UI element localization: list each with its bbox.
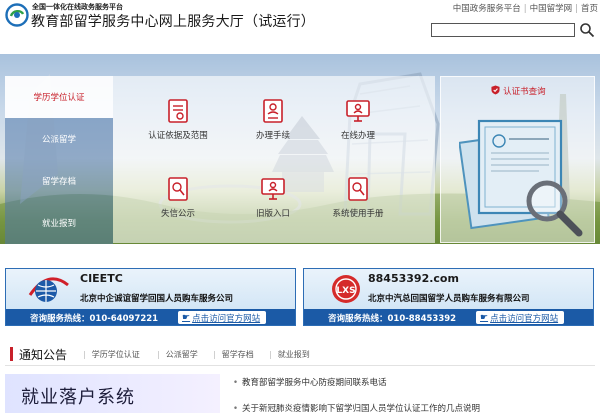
certificate-magnifier-illustration	[459, 119, 583, 237]
search-input[interactable]	[431, 23, 575, 37]
ad-hotline: 咨询服务热线：010-64097221	[30, 314, 159, 324]
ad-zhongqi[interactable]: LXS 88453392.com 北京中汽总回国留学人员购车服务有限公司 咨询服…	[303, 268, 594, 326]
cert-lookup-label: 认证书查询	[503, 87, 546, 97]
zhongqi-logo-icon: LXS	[332, 275, 360, 303]
notice-tab-degree-cert[interactable]: | 学历学位认证	[83, 349, 140, 360]
employment-settlement-banner[interactable]: 就业落户系统	[5, 374, 220, 413]
site-header: 全国一体化在线政务服务平台 教育部留学服务中心网上服务大厅（试运行） 中国政务服…	[0, 0, 600, 54]
ad-visit-button[interactable]: ☛ 点击访问官方网站	[178, 311, 267, 324]
side-nav-label: 留学存档	[41, 177, 76, 187]
service-label: 失信公示	[160, 209, 195, 219]
ad-brand: CIEETC	[80, 272, 123, 285]
notice-tab-label: 公派留学	[165, 350, 198, 359]
service-label: 办理手续	[255, 131, 290, 141]
notice-tab-label: 学历学位认证	[91, 350, 140, 359]
news-item[interactable]: • 关于新冠肺炎疫情影响下留学归国人员学位认证工作的几点说明	[233, 402, 480, 414]
monitor-user-icon	[261, 178, 285, 200]
certificate-doc-icon	[168, 99, 188, 123]
site-title[interactable]: 教育部留学服务中心网上服务大厅（试运行）	[31, 11, 315, 31]
notice-title[interactable]: 通知公告	[19, 346, 67, 363]
side-nav-label: 公派留学	[41, 135, 76, 145]
notice-tab-gov-study[interactable]: | 公派留学	[157, 349, 198, 360]
search-doc-icon	[348, 177, 368, 201]
monitor-user-icon	[346, 100, 370, 122]
service-label: 认证依据及范围	[148, 131, 208, 141]
search-doc-icon	[168, 177, 188, 201]
cert-lookup-panel[interactable]: 认证书查询	[440, 76, 595, 243]
news-title: 教育部留学服务中心防疫期间联系电话	[242, 378, 387, 388]
notice-tab-label: 就业报到	[277, 350, 310, 359]
ad-visit-label: 点击访问官方网站	[490, 313, 559, 324]
service-cert-scope[interactable]: 认证依据及范围	[138, 98, 218, 141]
promo-text: 就业落户系统	[21, 387, 135, 408]
ad-visit-button[interactable]: ☛ 点击访问官方网站	[476, 311, 565, 324]
side-nav-item-employment[interactable]: 就业报到	[5, 202, 113, 244]
top-links: 中国政务服务平台 | 中国留学网 | 首页	[453, 2, 598, 14]
notice-header: 通知公告 | 学历学位认证 | 公派留学 | 留学存档 | 就业报到	[5, 342, 595, 366]
side-nav-item-degree-cert[interactable]: 学历学位认证	[5, 76, 113, 118]
side-nav-item-gov-study[interactable]: 公派留学	[5, 118, 113, 160]
service-manual[interactable]: 系统使用手册	[318, 176, 398, 219]
side-nav-item-archive[interactable]: 留学存档	[5, 160, 113, 202]
link-cscse[interactable]: 中国留学网	[530, 2, 573, 14]
ad-hotline-bar: 咨询服务热线：010-64097221 ☛ 点击访问官方网站	[6, 309, 295, 325]
ad-brand: 88453392.com	[368, 272, 459, 285]
site-logo-icon[interactable]	[5, 3, 29, 27]
service-panel: 认证依据及范围 办理手续 在线办理 失信公示 旧版入口 系统使用手册	[113, 76, 435, 243]
service-dishonesty[interactable]: 失信公示	[138, 176, 218, 219]
service-procedure[interactable]: 办理手续	[233, 98, 313, 141]
news-item[interactable]: • 教育部留学服务中心防疫期间联系电话	[233, 376, 387, 388]
shield-icon	[491, 85, 500, 95]
svg-text:LXS: LXS	[336, 286, 355, 296]
notice-accent-bar	[10, 347, 13, 361]
side-nav-label: 就业报到	[41, 219, 76, 229]
service-label: 旧版入口	[255, 209, 290, 219]
side-nav-label: 学历学位认证	[33, 93, 85, 103]
id-card-icon	[263, 99, 283, 123]
hero-banner: 学历学位认证 公派留学 留学存档 就业报到 认证依据及范围 办理手续 在线办理 …	[0, 54, 600, 244]
notice-tab-employment[interactable]: | 就业报到	[269, 349, 310, 360]
link-separator: |	[575, 4, 578, 14]
cert-lookup-title[interactable]: 认证书查询	[441, 85, 596, 97]
service-online[interactable]: 在线办理	[318, 98, 398, 141]
notice-tab-archive[interactable]: | 留学存档	[213, 349, 254, 360]
ad-company: 北京中汽总回国留学人员购车服务有限公司	[368, 294, 530, 304]
pointing-hand-icon: ☛	[480, 312, 489, 323]
service-label: 系统使用手册	[332, 209, 384, 219]
ad-hotline-bar: 咨询服务热线：010-88453392 ☛ 点击访问官方网站	[304, 309, 593, 325]
notice-tab-label: 留学存档	[221, 350, 254, 359]
link-gov-service[interactable]: 中国政务服务平台	[453, 2, 521, 14]
ad-visit-label: 点击访问官方网站	[192, 313, 261, 324]
pointing-hand-icon: ☛	[182, 312, 191, 323]
ad-hotline: 咨询服务热线：010-88453392	[328, 314, 457, 324]
ad-company: 北京中企诚谊留学回国人员购车服务公司	[80, 294, 234, 304]
link-home[interactable]: 首页	[581, 2, 598, 14]
search-icon[interactable]	[579, 22, 595, 38]
service-label: 在线办理	[340, 131, 375, 141]
ad-cieetc[interactable]: CIEETC 北京中企诚谊留学回国人员购车服务公司 咨询服务热线：010-640…	[5, 268, 296, 326]
cieetc-logo-icon	[28, 277, 69, 302]
side-nav: 学历学位认证 公派留学 留学存档 就业报到	[5, 76, 113, 244]
link-separator: |	[523, 4, 527, 14]
service-old-entry[interactable]: 旧版入口	[233, 176, 313, 219]
